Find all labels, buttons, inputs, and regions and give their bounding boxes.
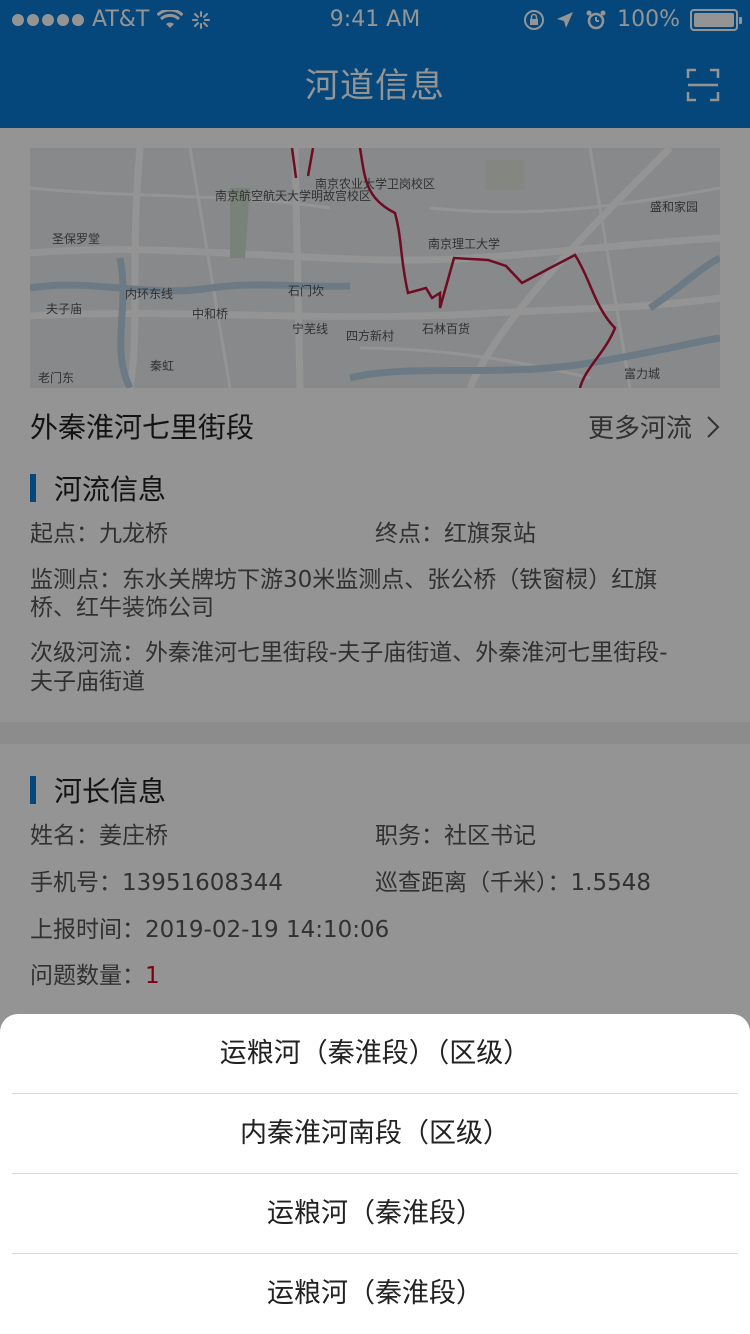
sheet-option[interactable]: 运粮河（秦淮段）	[12, 1254, 738, 1334]
sheet-option[interactable]: 运粮河（秦淮段）（区级）	[12, 1014, 738, 1094]
sheet-option[interactable]: 运粮河（秦淮段）	[12, 1174, 738, 1254]
sheet-option[interactable]: 内秦淮河南段（区级）	[12, 1094, 738, 1174]
river-picker-sheet: 运粮河（秦淮段）（区级） 内秦淮河南段（区级） 运粮河（秦淮段） 运粮河（秦淮段…	[0, 1014, 750, 1334]
